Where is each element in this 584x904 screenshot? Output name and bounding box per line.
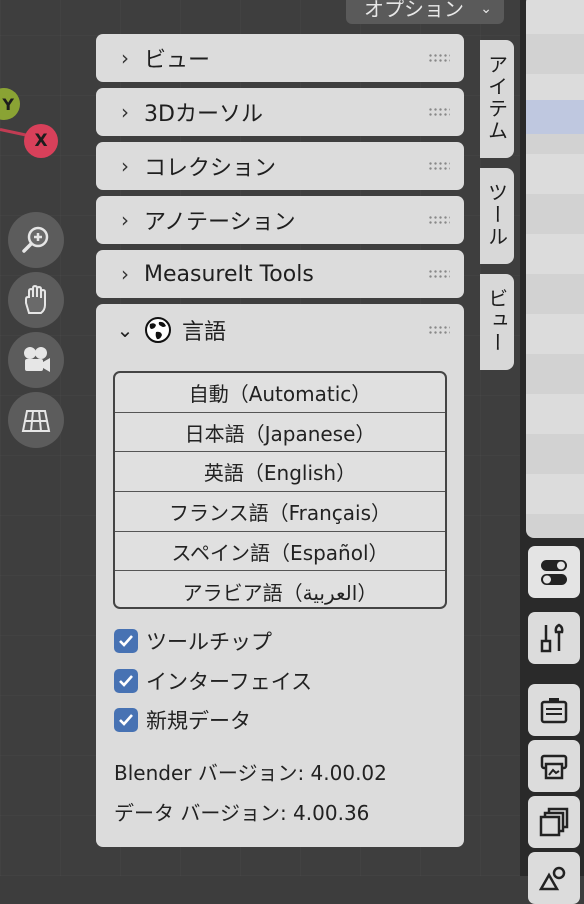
language-panel-header[interactable]: ⌄ 言語 [96, 304, 464, 356]
tab-scene[interactable] [528, 852, 580, 904]
chevron-right-icon: › [121, 208, 129, 232]
language-option-arabic[interactable]: アラビア語（العربية） [115, 571, 445, 607]
checkmark-icon [119, 675, 133, 687]
language-option-spanish[interactable]: スペイン語（Español） [115, 532, 445, 572]
options-label: オプション [364, 0, 464, 21]
chevron-right-icon: › [121, 154, 129, 178]
outliner-panel[interactable] [526, 0, 584, 538]
tab-output[interactable] [528, 740, 580, 792]
tooltips-checkbox[interactable] [114, 629, 138, 653]
language-list: 自動（Automatic） 日本語（Japanese） 英語（English） … [113, 371, 447, 609]
drag-handle-icon[interactable] [428, 215, 450, 225]
ortho-toggle-button[interactable] [8, 392, 64, 448]
tab-render[interactable] [528, 684, 580, 736]
chevron-right-icon: › [121, 100, 129, 124]
chevron-right-icon: › [121, 262, 129, 286]
language-option-english[interactable]: 英語（English） [115, 452, 445, 493]
tab-tool-properties[interactable] [528, 546, 580, 598]
chevron-down-icon: ⌄ [116, 318, 134, 342]
outliner-selected-row[interactable] [526, 100, 584, 134]
panel-title: 3Dカーソル [144, 102, 263, 127]
pan-button[interactable] [8, 272, 64, 328]
chevron-down-icon: ⌄ [480, 1, 492, 17]
interface-checkbox[interactable] [114, 669, 138, 693]
drag-handle-icon[interactable] [428, 107, 450, 117]
tooltips-checkbox-row[interactable]: ツールチップ [114, 627, 272, 655]
tab-label: アイテム [484, 54, 509, 142]
new-data-checkbox[interactable] [114, 708, 138, 732]
drag-handle-icon[interactable] [428, 161, 450, 171]
x-axis-gizmo[interactable]: X [24, 124, 58, 158]
scene-icon [538, 866, 566, 891]
tab-item[interactable]: アイテム [480, 40, 514, 158]
grid-icon [21, 410, 51, 432]
interface-label: インターフェイス [146, 670, 313, 694]
tab-label: ビュー [484, 288, 509, 354]
camera-view-button[interactable] [8, 332, 64, 388]
globe-icon [145, 317, 171, 343]
sidebar-panel: › ビュー › 3Dカーソル › コレクション › アノテーション › Meas… [96, 34, 466, 849]
options-dropdown[interactable]: オプション ⌄ [346, 0, 504, 24]
panel-title: コレクション [144, 156, 277, 181]
panel-view[interactable]: › ビュー [96, 34, 464, 82]
checkmark-icon [119, 714, 133, 726]
panel-measureit-tools[interactable]: › MeasureIt Tools [96, 250, 464, 298]
wrench-screwdriver-icon [540, 623, 564, 653]
zoom-icon [22, 226, 49, 253]
panel-title: ビュー [144, 48, 211, 73]
tab-label: ツール [484, 182, 509, 248]
tab-view[interactable]: ビュー [480, 274, 514, 370]
hand-icon [25, 284, 46, 314]
tooltips-label: ツールチップ [146, 630, 272, 654]
chevron-right-icon: › [121, 46, 129, 70]
checkmark-icon [119, 635, 133, 647]
language-option-japanese[interactable]: 日本語（Japanese） [115, 413, 445, 453]
toggle-icon [541, 560, 567, 585]
panel-annotation[interactable]: › アノテーション [96, 196, 464, 244]
tab-tool[interactable]: ツール [480, 168, 514, 264]
panel-title: アノテーション [144, 210, 296, 235]
panel-language: ⌄ 言語 自動（Automatic） 日本語（Japanese） 英語（Engl… [96, 304, 464, 847]
blender-version-text: Blender バージョン: 4.00.02 [114, 761, 387, 785]
zoom-button[interactable] [8, 212, 64, 268]
printer-icon [540, 754, 568, 780]
render-camera-icon [540, 698, 568, 724]
language-option-automatic[interactable]: 自動（Automatic） [115, 373, 445, 413]
data-version-text: データ バージョン: 4.00.36 [114, 801, 370, 825]
interface-checkbox-row[interactable]: インターフェイス [114, 667, 312, 695]
camera-icon [24, 347, 50, 372]
language-panel-title: 言語 [182, 320, 227, 345]
new-data-checkbox-row[interactable]: 新規データ [114, 706, 251, 734]
new-data-label: 新規データ [146, 709, 251, 733]
drag-handle-icon[interactable] [428, 325, 450, 335]
panel-collection[interactable]: › コレクション [96, 142, 464, 190]
language-option-french[interactable]: フランス語（Français） [115, 492, 445, 532]
tab-tools[interactable] [528, 612, 580, 664]
panel-title: MeasureIt Tools [144, 261, 314, 287]
drag-handle-icon[interactable] [428, 53, 450, 63]
y-axis-label: Y [2, 94, 14, 114]
drag-handle-icon[interactable] [428, 269, 450, 279]
panel-3d-cursor[interactable]: › 3Dカーソル [96, 88, 464, 136]
layers-icon [539, 807, 569, 837]
tab-view-layer[interactable] [528, 796, 580, 848]
x-axis-label: X [34, 131, 48, 151]
